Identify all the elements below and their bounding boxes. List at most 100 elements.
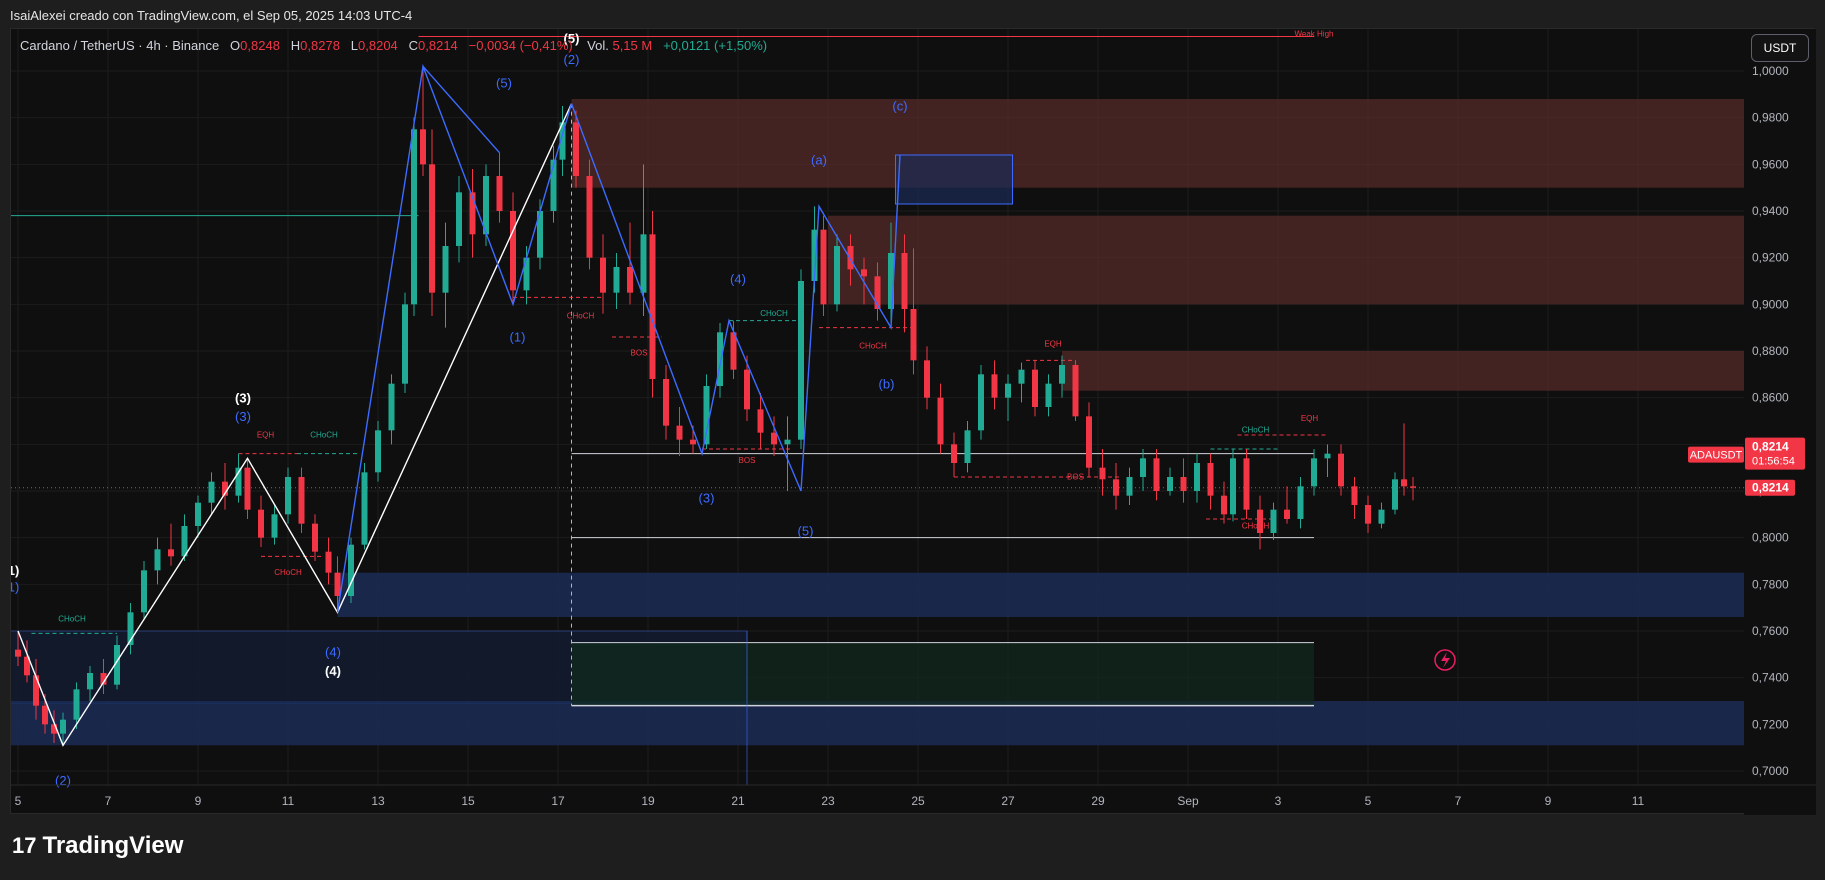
wave-label: (2) [55,773,71,788]
brand-name: TradingView [42,832,184,859]
candle-down [1284,509,1290,519]
last-price-value: 0,8214 [1752,440,1789,454]
symbol-title[interactable]: Cardano / TetherUS · 4h · Binance [20,38,219,53]
candle-down [325,551,332,573]
smc-label: CHoCH [859,342,887,351]
wave-label: (c) [892,99,907,114]
candle-up [1140,458,1146,477]
x-tick-label: Sep [1177,794,1199,808]
candle-up [784,439,791,445]
open-label: O [230,38,241,53]
candle-up [1045,383,1052,407]
time-axis[interactable]: 5 7 9 11 13 15 17 19 21 23 25 27 29 Sep 3 5 7 9 11 [11,784,1816,808]
x-tick-label: 29 [1091,794,1105,808]
candle-up [1167,477,1173,491]
high-value: 0,8278 [300,38,340,53]
candle-down [586,176,593,258]
wave-label: (b) [879,376,895,391]
smc-label: Weak High [1295,29,1334,38]
close-label: C [408,38,419,53]
wave-label: (2) [564,52,580,67]
y-tick-label: 0,8600 [1752,391,1789,405]
wave-label: (a) [811,152,827,167]
price-axis-bg [1744,29,1816,815]
candle-up [1324,453,1331,459]
symbol-tag: ADAUSDT [1690,450,1743,462]
candle-up [195,502,201,526]
low-value: 0,8204 [358,38,398,53]
alert-icon[interactable] [1434,649,1456,671]
candle-down [1032,369,1038,407]
close-value: 0,8214 [418,38,458,53]
x-tick-label: 5 [1365,794,1372,808]
y-tick-label: 0,8000 [1752,531,1789,545]
candle-down [676,425,683,440]
wave-label: 1) [11,563,19,578]
x-tick-label: 5 [15,794,22,808]
candle-down [573,122,579,176]
candle-down [510,211,516,291]
wave-label: (4) [730,271,746,286]
x-tick-label: 15 [461,794,475,808]
candle-up [1392,479,1398,510]
candle-up [411,129,417,305]
low-label: L [350,38,359,53]
candle-up [375,430,381,473]
demand-zone-upper [337,572,1744,617]
x-tick-label: 7 [1455,794,1462,808]
smc-label: CHoCH [1242,521,1270,530]
candle-down [991,374,998,398]
y-tick-label: 0,9200 [1752,251,1789,265]
candle-down [420,129,426,165]
candle-up [703,386,710,445]
candle-down [1180,477,1187,491]
price-axis[interactable]: 1,0000 0,9800 0,9600 0,9400 0,9200 0,9000 0,88… [1744,29,1816,815]
x-tick-label: 11 [282,794,295,808]
candle-down [496,176,503,211]
candlestick-chart[interactable]: (5)(2)(5)(1)(3)(3)(4)(4)1)1)(2)(4)(3)(5)… [8,29,1816,815]
candle-up [87,673,93,690]
candle-down [771,432,777,445]
candle-up [361,472,368,545]
tradingview-mark-icon: 17 [12,833,37,858]
x-tick-label: 19 [641,794,655,808]
y-tick-label: 0,9600 [1752,157,1789,171]
attribution-text: IsaiAlexei creado con TradingView.com, e… [10,8,413,23]
y-tick-label: 0,7000 [1752,764,1789,778]
candle-up [1230,458,1236,515]
countdown: 01:56:54 [1752,456,1795,468]
candle-down [1351,486,1358,505]
x-tick-label: 9 [195,794,202,808]
candle-up [1126,477,1133,496]
smc-label: BOS [739,456,756,465]
chart-area[interactable]: (5) (2) (5) (1) (3) (3) (4) (4) 1) 1) (2) (4) (3) (5)… [8,28,1816,815]
candle-down [649,234,656,379]
candle-up [208,481,215,503]
supply-zone-lower [1062,351,1744,391]
candle-up [1270,509,1277,533]
candle-up [1311,458,1317,487]
wave-label: (4) [325,645,341,660]
price-tags: ADAUSDT 0,8214 01:56:54 0,8214 [1688,437,1805,496]
smc-label: CHoCH [274,568,302,577]
candle-down [1099,467,1106,480]
candle-down [312,523,318,552]
candle-up [978,374,984,431]
candle-up [964,430,971,463]
x-tick-label: 9 [1545,794,1552,808]
candle-up [523,257,530,291]
wave-label: (4) [325,663,341,678]
candle-down [663,379,669,426]
currency-button[interactable]: USDT [1751,34,1809,62]
x-tick-label: 23 [821,794,835,808]
candle-down [429,164,435,293]
tradingview-logo[interactable]: 17 TradingView [12,832,183,860]
zones [11,99,1744,746]
candle-up [402,304,408,384]
wave-label: (5) [798,523,814,538]
candle-down [33,675,39,706]
candle-up [1005,383,1011,398]
candle-down [690,439,696,445]
candle-down [1221,495,1227,515]
y-tick-label: 0,7200 [1752,717,1789,731]
